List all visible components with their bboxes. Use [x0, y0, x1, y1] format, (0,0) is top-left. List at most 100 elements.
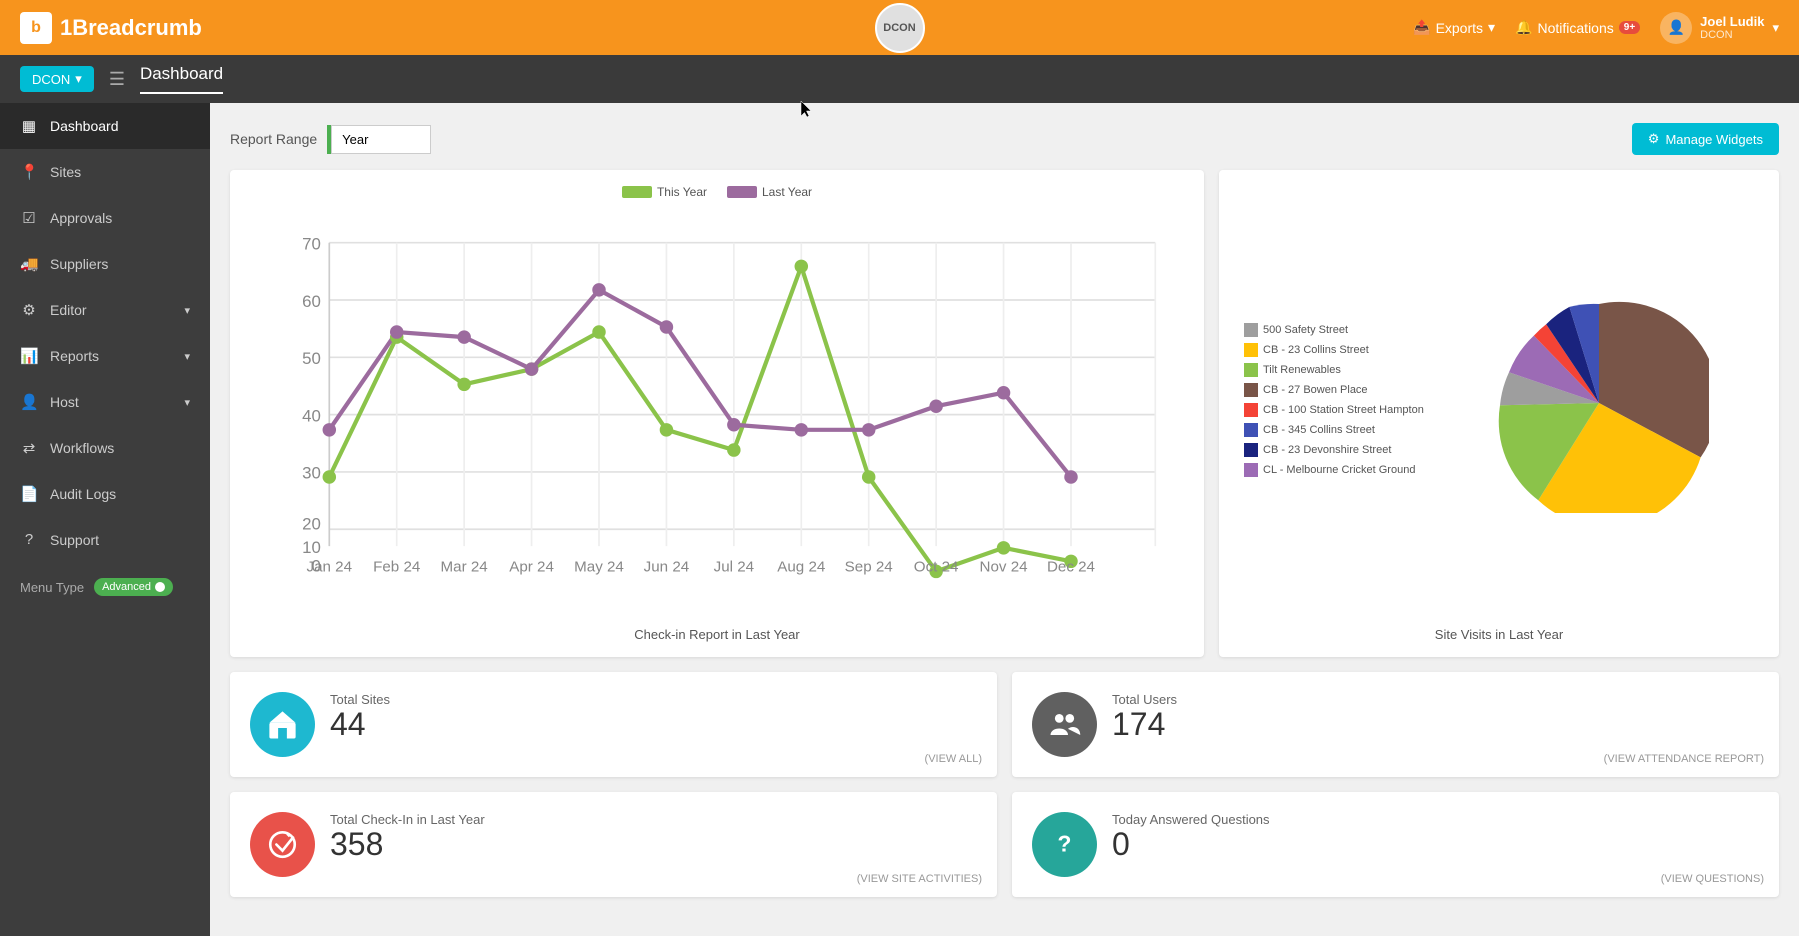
pie-legend-item-1: CB - 23 Collins Street — [1244, 343, 1424, 357]
shuffle-icon: ⇄ — [20, 439, 38, 457]
stat-info-users: Total Users 174 — [1112, 692, 1177, 742]
line-chart-svg: 70 60 50 40 30 20 10 0 — [245, 209, 1189, 614]
notifications-badge: 9+ — [1619, 21, 1640, 34]
user-info[interactable]: 👤 Joel Ludik DCON ▾ — [1660, 12, 1779, 44]
svg-text:Jun 24: Jun 24 — [644, 558, 690, 575]
user-name: Joel Ludik — [1700, 14, 1764, 29]
page-title: Dashboard — [140, 64, 223, 94]
user-icon: 👤 — [20, 393, 38, 411]
hamburger-icon[interactable]: ☰ — [109, 69, 125, 90]
users-icon — [1047, 707, 1082, 742]
svg-text:Oct 24: Oct 24 — [914, 558, 959, 575]
question-icon: ? — [1047, 827, 1082, 862]
pie-legend-item-0: 500 Safety Street — [1244, 323, 1424, 337]
pie-legend-item-5: CB - 345 Collins Street — [1244, 423, 1424, 437]
sidebar-item-reports[interactable]: 📊 Reports ▾ — [0, 333, 210, 379]
host-chevron-icon: ▾ — [184, 396, 190, 409]
svg-text:Feb 24: Feb 24 — [373, 558, 420, 575]
pie-color-0 — [1244, 323, 1258, 337]
sites-icon — [265, 707, 300, 742]
file-text-icon: 📄 — [20, 485, 38, 503]
editor-chevron-icon: ▾ — [184, 304, 190, 317]
last-year-color — [727, 186, 757, 198]
pie-chart-widget: 500 Safety Street CB - 23 Collins Street… — [1219, 170, 1779, 657]
svg-text:20: 20 — [302, 514, 321, 533]
pie-color-6 — [1244, 443, 1258, 457]
sidebar-item-approvals[interactable]: ☑ Approvals — [0, 195, 210, 241]
stat-label-sites: Total Sites — [330, 692, 390, 707]
exports-button[interactable]: 📤 Exports ▾ — [1413, 19, 1495, 36]
svg-text:60: 60 — [302, 292, 321, 311]
sidebar-item-support[interactable]: ? Support — [0, 517, 210, 562]
pie-container: 500 Safety Street CB - 23 Collins Street… — [1234, 185, 1764, 622]
dcon-circle: DCON — [875, 3, 925, 53]
advanced-toggle[interactable]: Advanced — [94, 578, 173, 596]
notifications-button[interactable]: 🔔 Notifications 9+ — [1515, 19, 1640, 36]
legend-this-year: This Year — [622, 185, 707, 199]
pie-color-3 — [1244, 383, 1258, 397]
charts-row: This Year Last Year — [230, 170, 1779, 657]
svg-text:30: 30 — [302, 464, 321, 483]
svg-text:Jul 24: Jul 24 — [714, 558, 754, 575]
stat-info-questions: Today Answered Questions 0 — [1112, 812, 1270, 862]
svg-text:Mar 24: Mar 24 — [441, 558, 488, 575]
sidebar-item-editor[interactable]: ⚙ Editor ▾ — [0, 287, 210, 333]
header-center-logo: DCON — [875, 3, 925, 53]
manage-widgets-button[interactable]: ⚙ Manage Widgets — [1632, 123, 1779, 155]
stat-card-checkin: Total Check-In in Last Year 358 (VIEW SI… — [230, 792, 997, 897]
stat-value-sites: 44 — [330, 707, 390, 742]
sidebar-item-dashboard[interactable]: ▦ Dashboard — [0, 103, 210, 149]
view-site-activities-link[interactable]: (VIEW SITE ACTIVITIES) — [857, 873, 982, 885]
sidebar-item-audit-logs[interactable]: 📄 Audit Logs — [0, 471, 210, 517]
svg-text:May 24: May 24 — [574, 558, 624, 575]
top-header: b 1Breadcrumb DCON 📤 Exports ▾ 🔔 Notific… — [0, 0, 1799, 55]
dcon-chevron-icon: ▾ — [75, 71, 82, 87]
view-questions-link[interactable]: (VIEW QUESTIONS) — [1661, 873, 1764, 885]
users-icon-circle — [1032, 692, 1097, 757]
user-org: DCON — [1700, 29, 1764, 41]
sidebar-item-workflows[interactable]: ⇄ Workflows — [0, 425, 210, 471]
checkin-icon-circle — [250, 812, 315, 877]
stat-value-questions: 0 — [1112, 827, 1270, 862]
range-select[interactable]: Year Month Week Day — [331, 125, 431, 154]
pie-chart-svg — [1489, 293, 1709, 513]
reports-chevron-icon: ▾ — [184, 350, 190, 363]
sidebar-item-host[interactable]: 👤 Host ▾ — [0, 379, 210, 425]
svg-text:70: 70 — [302, 234, 321, 253]
view-attendance-link[interactable]: (VIEW ATTENDANCE REPORT) — [1604, 753, 1764, 765]
range-select-wrapper: Year Month Week Day — [327, 125, 431, 154]
view-all-link[interactable]: (VIEW ALL) — [925, 753, 982, 765]
avatar: 👤 — [1660, 12, 1692, 44]
svg-text:?: ? — [1058, 830, 1072, 856]
sidebar-item-suppliers[interactable]: 🚚 Suppliers — [0, 241, 210, 287]
legend-last-year: Last Year — [727, 185, 812, 199]
user-details: Joel Ludik DCON — [1700, 14, 1764, 41]
report-range-row: Report Range Year Month Week Day ⚙ Manag… — [230, 123, 1779, 155]
dcon-button[interactable]: DCON ▾ — [20, 66, 94, 92]
brand-name: 1Breadcrumb — [60, 15, 202, 41]
svg-text:10: 10 — [302, 538, 321, 557]
stat-card-questions: ? Today Answered Questions 0 (VIEW QUEST… — [1012, 792, 1779, 897]
pie-color-7 — [1244, 463, 1258, 477]
check-square-icon: ☑ — [20, 209, 38, 227]
stat-card-total-users: Total Users 174 (VIEW ATTENDANCE REPORT) — [1012, 672, 1779, 777]
bar-chart-icon: 📊 — [20, 347, 38, 365]
pie-legend-item-6: CB - 23 Devonshire Street — [1244, 443, 1424, 457]
stat-label-checkin: Total Check-In in Last Year — [330, 812, 485, 827]
brand: b 1Breadcrumb — [20, 12, 202, 44]
export-icon: 📤 — [1413, 19, 1430, 36]
stat-value-checkin: 358 — [330, 827, 485, 862]
svg-text:Dec 24: Dec 24 — [1047, 558, 1095, 575]
brand-icon: b — [20, 12, 52, 44]
truck-icon: 🚚 — [20, 255, 38, 273]
pie-color-1 — [1244, 343, 1258, 357]
menu-type-label: Menu Type — [20, 580, 84, 595]
toggle-dot — [155, 582, 165, 592]
svg-text:Sep 24: Sep 24 — [845, 558, 893, 575]
checkin-icon — [265, 827, 300, 862]
content-area: Report Range Year Month Week Day ⚙ Manag… — [210, 103, 1799, 936]
stats-row-2: Total Check-In in Last Year 358 (VIEW SI… — [230, 792, 1779, 897]
svg-text:Apr 24: Apr 24 — [509, 558, 554, 575]
sidebar-item-sites[interactable]: 📍 Sites — [0, 149, 210, 195]
questions-icon-circle: ? — [1032, 812, 1097, 877]
